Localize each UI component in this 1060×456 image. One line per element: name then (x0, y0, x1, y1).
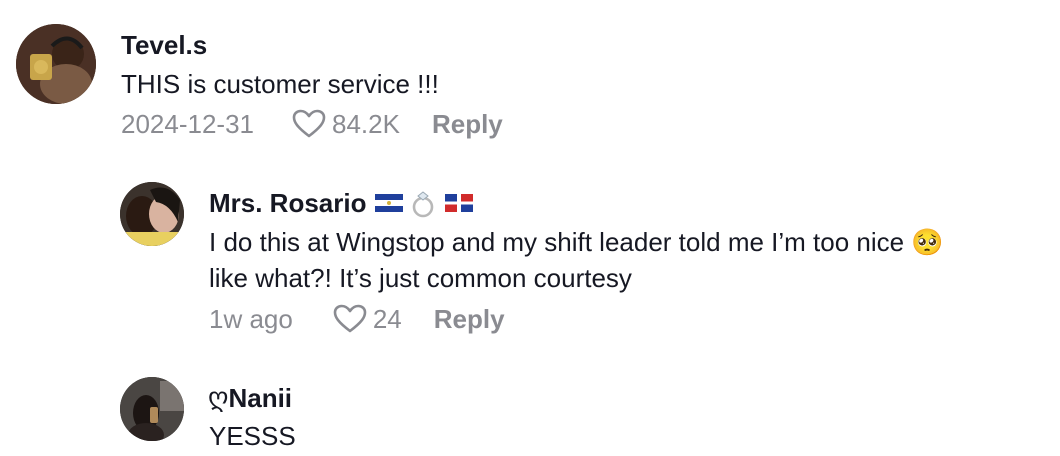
avatar-image (120, 182, 184, 246)
ring-icon (412, 191, 433, 218)
like-button[interactable]: 24 (333, 304, 402, 335)
avatar[interactable] (16, 24, 96, 104)
comment-text-line1: I do this at Wingstop and my shift leade… (209, 227, 944, 257)
comment-username[interactable]: Tevel.s (121, 30, 207, 60)
comment-date: 2024-12-31 (121, 108, 254, 139)
heart-outline-icon (333, 304, 367, 333)
avatar-image (120, 377, 184, 441)
like-count: 24 (372, 303, 402, 334)
comment-meta: 2024-12-31 84.2K Reply (121, 108, 503, 140)
comment-text-line2: like what?! It’s just common courtesy (209, 263, 632, 293)
comment-username-text: Nanii (228, 382, 293, 413)
like-count: 84.2K (332, 108, 400, 139)
comment-mrs-rosario: Mrs. Rosario I do this at Wingstop and m… (0, 160, 1060, 340)
reply-button[interactable]: Reply (432, 109, 503, 140)
el-salvador-flag-icon (374, 194, 403, 212)
username-prefix-symbol: ღ (208, 383, 229, 413)
avatar[interactable] (120, 377, 184, 441)
reply-button[interactable]: Reply (434, 304, 505, 335)
comment-date: 1w ago (209, 303, 293, 334)
heart-outline-icon (292, 109, 326, 138)
comment-text: YESSS (209, 421, 296, 451)
comment-text: THIS is customer service !!! (121, 69, 439, 99)
comment-username-text[interactable]: Mrs. Rosario (209, 188, 367, 219)
comment-username[interactable]: ღ Nanii (208, 382, 292, 414)
dominican-republic-flag-icon (444, 194, 473, 212)
avatar-image (16, 24, 96, 104)
comment-tevel: Tevel.s THIS is customer service !!! 202… (0, 0, 1060, 160)
comment-meta: 1w ago 24 Reply (209, 303, 505, 335)
comment-nanii: ღ Nanii YESSS (0, 360, 1060, 456)
comment-username: Mrs. Rosario (209, 187, 473, 219)
avatar[interactable] (120, 182, 184, 246)
like-button[interactable]: 84.2K (292, 109, 400, 140)
